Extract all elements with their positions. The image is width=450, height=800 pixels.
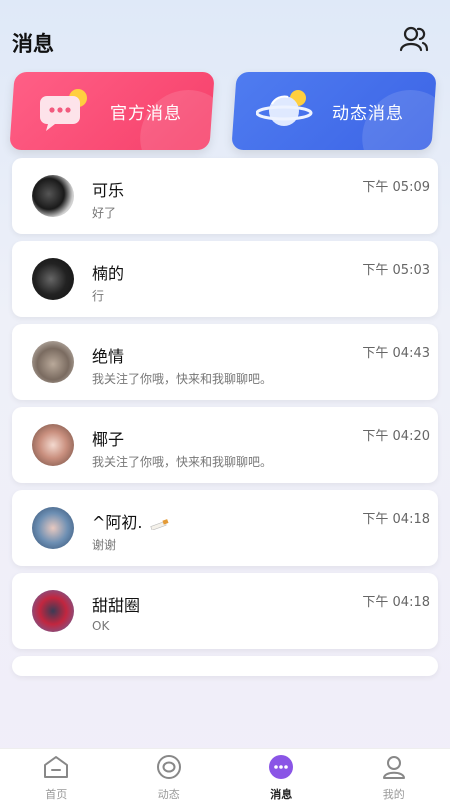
- message-bubble-icon: [267, 755, 295, 783]
- conversation-row[interactable]: [12, 656, 438, 676]
- message-time: 下午 04:18: [362, 595, 430, 610]
- contact-name: 甜甜圈: [92, 596, 141, 615]
- circle-eye-icon: [155, 755, 183, 783]
- official-messages-label: 官方消息: [110, 103, 182, 124]
- tab-home-label: 首页: [45, 788, 68, 800]
- message-preview: 谢谢: [92, 538, 117, 552]
- avatar[interactable]: [32, 590, 74, 632]
- dynamic-messages-card[interactable]: 动态消息: [231, 72, 437, 150]
- contact-name: ^阿初.: [92, 509, 172, 533]
- contact-name: 可乐: [92, 181, 125, 200]
- chat-bubble-icon: [38, 86, 90, 136]
- avatar[interactable]: [32, 341, 74, 383]
- message-time: 下午 05:03: [362, 263, 430, 278]
- avatar[interactable]: [32, 258, 74, 300]
- contact-name: 椰子: [92, 430, 125, 449]
- conversation-row[interactable]: 绝情 我关注了你哦，快来和我聊聊吧。 下午 04:43: [12, 324, 438, 400]
- message-preview: 行: [92, 289, 105, 303]
- official-messages-card[interactable]: 官方消息: [9, 72, 215, 150]
- header: 消息: [0, 0, 450, 80]
- home-icon: [42, 755, 70, 783]
- conversation-row[interactable]: 楠的 行 下午 05:03: [12, 241, 438, 317]
- tab-dynamic-label: 动态: [157, 788, 180, 800]
- tab-messages[interactable]: 消息: [225, 749, 338, 800]
- cigarette-emoji-icon: [149, 518, 169, 531]
- message-time: 下午 04:43: [362, 346, 430, 361]
- conversation-row[interactable]: 可乐 好了 下午 05:09: [12, 158, 438, 234]
- message-preview: 好了: [92, 206, 117, 220]
- message-preview: 我关注了你哦，快来和我聊聊吧。: [92, 455, 273, 469]
- avatar[interactable]: [32, 507, 74, 549]
- contacts-icon[interactable]: [398, 24, 430, 54]
- planet-icon: [255, 86, 314, 136]
- contact-name: 绝情: [92, 347, 125, 366]
- message-time: 下午 04:20: [362, 429, 430, 444]
- contact-name-text: ^阿初.: [92, 513, 143, 532]
- message-preview: 我关注了你哦，快来和我聊聊吧。: [92, 372, 273, 386]
- tab-messages-label: 消息: [270, 788, 293, 800]
- person-icon: [380, 755, 408, 783]
- message-time: 下午 05:09: [362, 180, 430, 195]
- conversation-list: 可乐 好了 下午 05:09 楠的 行 下午 05:03 绝情 我关注了你哦，快…: [12, 158, 438, 683]
- tab-mine-label: 我的: [382, 788, 405, 800]
- page-title: 消息: [12, 32, 54, 56]
- avatar[interactable]: [32, 175, 74, 217]
- conversation-row[interactable]: 椰子 我关注了你哦，快来和我聊聊吧。 下午 04:20: [12, 407, 438, 483]
- contact-name: 楠的: [92, 264, 125, 283]
- conversation-row[interactable]: 甜甜圈 OK 下午 04:18: [12, 573, 438, 649]
- message-category-cards: 官方消息 动态消息: [0, 72, 450, 152]
- message-preview: OK: [92, 619, 110, 633]
- tab-mine[interactable]: 我的: [338, 749, 450, 800]
- tab-dynamic[interactable]: 动态: [113, 749, 226, 800]
- dynamic-messages-label: 动态消息: [332, 103, 404, 124]
- avatar[interactable]: [32, 424, 74, 466]
- bottom-tab-bar: 首页 动态 消息 我的: [0, 748, 450, 800]
- message-time: 下午 04:18: [362, 512, 430, 527]
- conversation-row[interactable]: ^阿初. 谢谢 下午 04:18: [12, 490, 438, 566]
- tab-home[interactable]: 首页: [0, 749, 113, 800]
